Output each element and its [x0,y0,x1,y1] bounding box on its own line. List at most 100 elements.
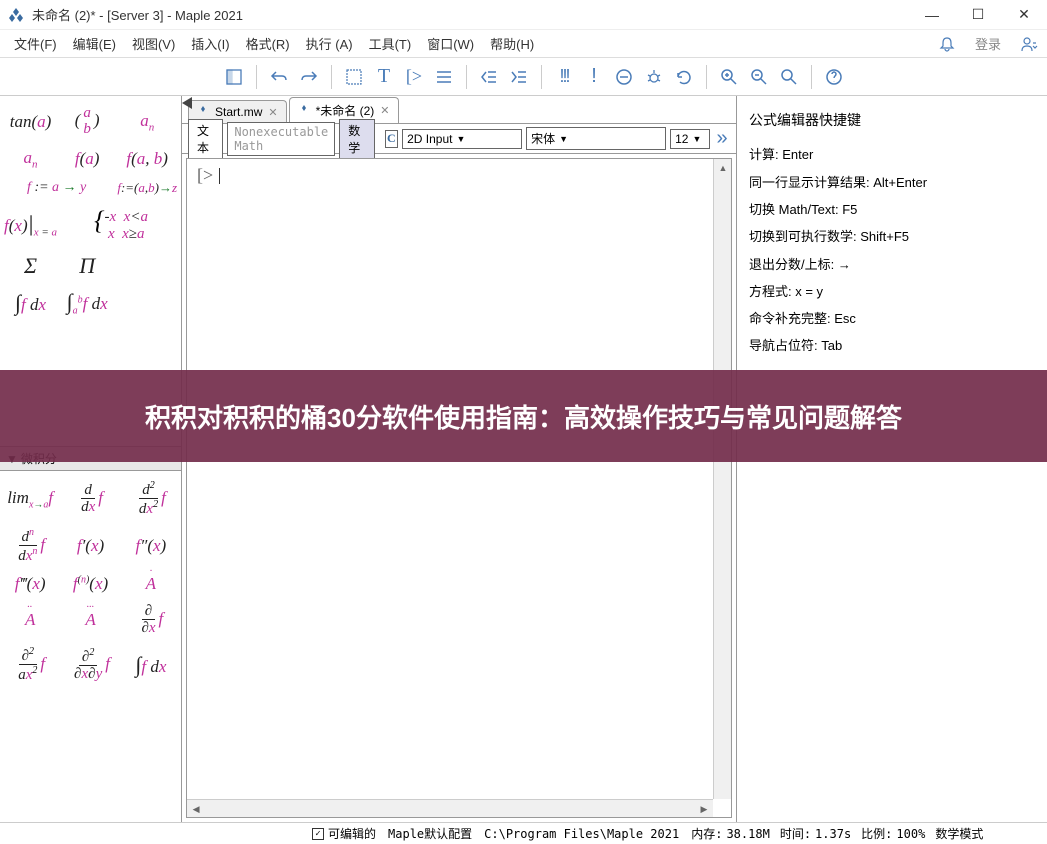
pal-binom[interactable]: (ab) [73,102,102,142]
menu-window[interactable]: 窗口(W) [419,30,482,57]
menu-file[interactable]: 文件(F) [6,30,65,57]
login-link[interactable]: 登录 [967,30,1009,57]
status-memory: 38.18M [726,827,769,841]
document-tabbar: Start.mw ✕ *未命名 (2) ✕ [182,96,736,124]
pal-adot[interactable]: A· [144,570,158,598]
indent-right-icon[interactable] [505,63,533,91]
indent-left-icon[interactable] [475,63,503,91]
close-button[interactable]: ✕ [1001,0,1047,30]
pal-fdprime[interactable]: f″(x) [134,532,169,560]
menu-help[interactable]: 帮助(H) [482,30,542,57]
window-controls: — ☐ ✕ [909,0,1047,30]
maximize-button[interactable]: ☐ [955,0,1001,30]
status-config: Maple默认配置 [388,825,472,842]
pal-fn[interactable]: f(n)(x) [71,570,110,598]
worksheet[interactable]: [> ▲ ◀ ▶ [186,158,732,818]
pal-partial2xy[interactable]: ∂2∂x∂yf [69,644,112,687]
chevron-down-icon: ▼ [457,134,466,144]
debug-icon[interactable] [640,63,668,91]
zoom-reset-icon[interactable] [775,63,803,91]
close-icon[interactable]: ✕ [268,106,277,119]
scroll-left-icon[interactable]: ◀ [187,800,205,818]
hint-item: 切换 Math/Text: F5 [749,196,1035,223]
input-mode-dropdown[interactable]: 2D Input▼ [402,129,522,149]
pal-d2dx2[interactable]: d2dx2f [134,477,168,522]
hint-item: 导航占位符: Tab [749,332,1035,359]
menu-edit[interactable]: 编辑(E) [65,30,124,57]
pal-tan[interactable]: tan(a) [8,108,54,136]
toolbar-home-icon[interactable] [220,63,248,91]
minimize-button[interactable]: — [909,0,955,30]
prompt-bracket-icon: [> [197,165,213,186]
pal-prod[interactable]: Π [77,249,97,283]
scroll-right-icon[interactable]: ▶ [695,800,713,818]
zoom-out-icon[interactable] [745,63,773,91]
pal-sub[interactable]: an [138,107,156,137]
overlay-text: 积积对积积的桶30分软件使用指南：高效操作技巧与常见问题解答 [145,398,902,435]
vertical-scrollbar[interactable]: ▲ [713,159,731,799]
hint-item: 命令补充完整: Esc [749,305,1035,332]
menu-format[interactable]: 格式(R) [238,30,298,57]
hint-title: 公式编辑器快捷键 [749,106,1035,135]
scroll-up-icon[interactable]: ▲ [714,159,732,177]
refresh-icon[interactable] [670,63,698,91]
menu-tools[interactable]: 工具(T) [361,30,420,57]
text-mode-button[interactable]: 文本 [188,119,223,159]
horizontal-scrollbar[interactable]: ◀ ▶ [187,799,713,817]
worksheet-input-line[interactable]: [> [187,159,731,192]
pal-fa[interactable]: f(a) [73,145,102,173]
tab-label: *未命名 (2) [316,102,375,119]
prompt-icon[interactable]: [> [400,63,428,91]
text-t-icon[interactable]: T [370,63,398,91]
pal-piecewise[interactable]: {-x x<ax x≥a [92,202,150,247]
size-dropdown[interactable]: 12▼ [670,129,710,149]
pal-sum[interactable]: Σ [22,249,39,283]
editable-checkbox[interactable]: ✓ [312,828,324,840]
pal-sub2[interactable]: an [22,144,40,174]
run-one-icon[interactable]: ! [580,63,608,91]
pal-lim[interactable]: limx→af [5,484,55,514]
bell-icon[interactable] [935,32,959,56]
calculus-palette[interactable]: limx→af ddxf d2dx2f dndxnf f′(x) f″(x) f… [0,471,181,822]
pal-ddx[interactable]: ddxf [76,479,105,520]
menu-view[interactable]: 视图(V) [124,30,183,57]
splitter-handle[interactable] [182,97,192,109]
expand-right-icon[interactable]: » [714,127,730,150]
pal-eval[interactable]: f(x)|x = a [2,207,59,242]
pal-fab[interactable]: f(a, b) [124,145,170,173]
pal-assign1[interactable]: f := a → y [25,176,88,200]
pal-partial2a[interactable]: ∂2ax2f [13,643,47,688]
pal-int2[interactable]: ∫abf dx [65,285,110,320]
hint-item: 计算: Enter [749,141,1035,168]
pal-addot[interactable]: A·· [23,606,37,634]
menu-execute[interactable]: 执行 (A) [298,30,361,57]
pal-ftprime[interactable]: f‴(x) [13,570,48,598]
pal-atdot[interactable]: A··· [83,606,97,634]
font-dropdown[interactable]: 宋体▼ [526,127,666,150]
chevron-down-icon: ▼ [559,134,568,144]
nonexec-label: Nonexecutable Math [227,122,335,156]
pal-int1[interactable]: ∫f dx [13,286,48,320]
user-icon[interactable] [1017,32,1041,56]
titlebar: 未命名 (2)* - [Server 3] - Maple 2021 — ☐ ✕ [0,0,1047,30]
tab-label: Start.mw [215,105,262,119]
pal-partial[interactable]: ∂∂xf [136,600,165,641]
run-all-icon[interactable]: !!! [550,63,578,91]
stop-icon[interactable] [610,63,638,91]
redo-icon[interactable] [295,63,323,91]
zoom-in-icon[interactable] [715,63,743,91]
menu-insert[interactable]: 插入(I) [183,30,237,57]
pal-fprime[interactable]: f′(x) [75,532,106,560]
pal-int3[interactable]: ∫f dx [133,648,168,682]
c-mode-icon[interactable]: C [385,130,399,148]
pal-dndxn[interactable]: dndxnf [13,524,47,569]
pal-assign2[interactable]: f:=(a,b)→z [115,176,179,200]
outdent-icon[interactable] [430,63,458,91]
status-scale: 100% [896,827,925,841]
status-path: C:\Program Files\Maple 2021 [484,827,679,841]
math-mode-button[interactable]: 数学 [339,119,374,159]
undo-icon[interactable] [265,63,293,91]
select-icon[interactable] [340,63,368,91]
close-icon[interactable]: ✕ [380,104,389,117]
help-icon[interactable] [820,63,848,91]
